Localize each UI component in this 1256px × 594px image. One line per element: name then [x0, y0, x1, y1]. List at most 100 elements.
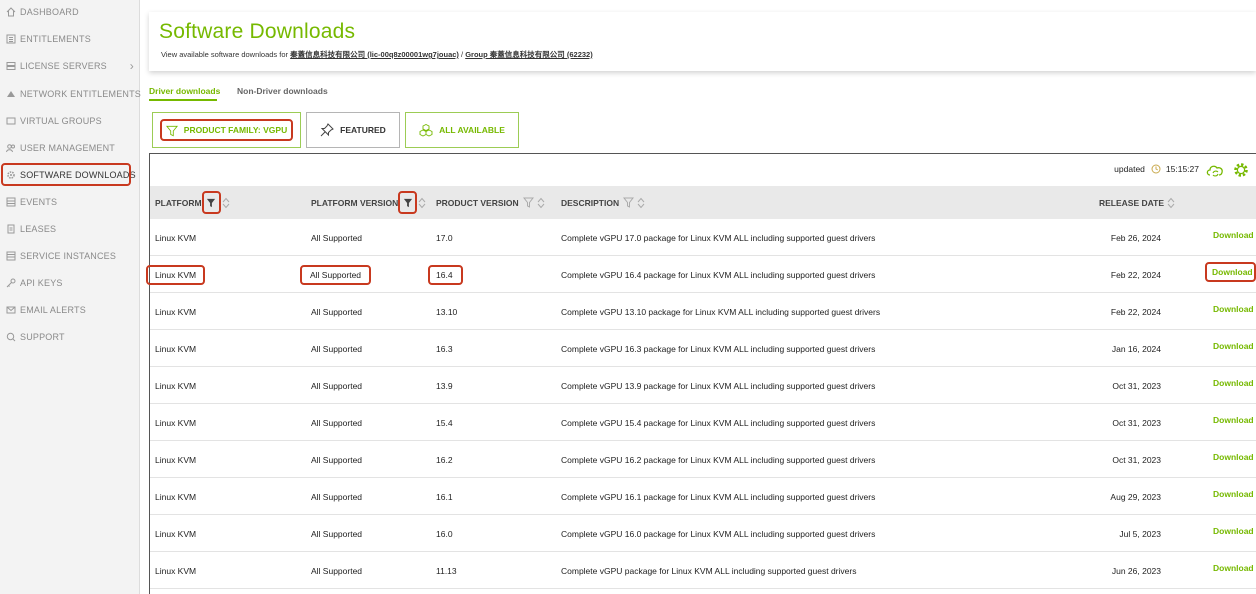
cell-platform: Linux KVM: [155, 417, 197, 428]
download-link[interactable]: Download: [1205, 262, 1256, 282]
column-header-platform[interactable]: PLATFORM: [155, 186, 230, 219]
sort-icon[interactable]: [418, 197, 426, 209]
column-header-product-version[interactable]: PRODUCT VERSION: [436, 186, 545, 219]
sidebar-item-license-servers[interactable]: LICENSE SERVERS ›: [0, 55, 140, 77]
cell-platform-version: All Supported: [311, 417, 363, 428]
download-link[interactable]: Download: [1213, 563, 1254, 573]
product-family-filter-button[interactable]: PRODUCT FAMILY: VGPU: [152, 112, 301, 148]
sidebar-item-network-entitlements[interactable]: NETWORK ENTITLEMENTS: [0, 83, 141, 105]
all-available-filter-button[interactable]: ALL AVAILABLE: [405, 112, 519, 148]
cell-release-date: Feb 26, 2024: [1110, 232, 1161, 243]
cell-release-date: Feb 22, 2024: [1110, 269, 1161, 280]
download-link[interactable]: Download: [1213, 526, 1254, 536]
cell-description: Complete vGPU 17.0 package for Linux KVM…: [561, 232, 876, 243]
table-row: Linux KVM All Supported 16.4 Complete vG…: [145, 256, 1256, 293]
cubes-icon: [419, 123, 433, 137]
column-header-platform-version[interactable]: PLATFORM VERSION: [311, 186, 426, 219]
download-link[interactable]: Download: [1213, 341, 1254, 351]
column-label: PLATFORM: [155, 197, 202, 208]
sort-icon[interactable]: [637, 197, 645, 209]
sidebar-item-entitlements[interactable]: ENTITLEMENTS: [0, 28, 140, 50]
sidebar-item-virtual-groups[interactable]: VIRTUAL GROUPS: [0, 110, 140, 132]
download-link[interactable]: Download: [1213, 378, 1254, 388]
platform-value: Linux KVM: [145, 264, 206, 285]
filter-active-icon[interactable]: [398, 191, 418, 214]
cell-description: Complete vGPU 13.9 package for Linux KVM…: [561, 380, 876, 391]
group-link[interactable]: Group 秦蓋信息科技有限公司 (62232): [465, 50, 593, 59]
table-toolbar: updated 15:15:27: [150, 154, 1256, 186]
sidebar-item-support[interactable]: SUPPORT: [0, 326, 140, 348]
sidebar-item-label: EMAIL ALERTS: [20, 305, 86, 315]
download-link[interactable]: Download: [1213, 452, 1254, 462]
download-link[interactable]: Download: [1213, 230, 1254, 240]
cell-platform: Linux KVM: [155, 454, 197, 465]
stack-icon: [6, 251, 16, 261]
sidebar-item-dashboard[interactable]: DASHBOARD: [0, 1, 140, 23]
tab-driver-downloads[interactable]: Driver downloads: [149, 86, 220, 96]
sidebar-item-api-keys[interactable]: API KEYS: [0, 272, 140, 294]
download-link[interactable]: Download: [1213, 304, 1254, 314]
column-label: DESCRIPTION: [561, 197, 620, 208]
sidebar-item-software-downloads[interactable]: SOFTWARE DOWNLOADS: [1, 163, 136, 186]
filter-active-icon[interactable]: [201, 191, 221, 214]
active-tab-indicator: [149, 99, 217, 101]
cell-release-date: Jul 5, 2023: [1119, 528, 1161, 539]
sidebar-item-label: API KEYS: [20, 278, 63, 288]
cell-description: Complete vGPU 15.4 package for Linux KVM…: [561, 417, 876, 428]
featured-label: FEATURED: [340, 125, 386, 135]
folder-icon: [6, 116, 16, 126]
cell-platform: Linux KVM: [155, 380, 197, 391]
table-row: Linux KVM All Supported 17.0 Complete vG…: [150, 219, 1256, 256]
cloud-refresh-icon[interactable]: [1205, 160, 1225, 180]
cell-product-version: 13.10: [436, 306, 458, 317]
cell-platform-version: All Supported: [311, 343, 363, 354]
sort-icon[interactable]: [222, 197, 230, 209]
breadcrumb-separator: /: [461, 50, 464, 59]
sidebar-item-label: LICENSE SERVERS: [20, 61, 107, 71]
cell-platform: Linux KVM: [155, 306, 197, 317]
gear-icon: [6, 170, 16, 180]
sidebar-item-user-management[interactable]: USER MANAGEMENT: [0, 137, 140, 159]
sidebar-item-label: VIRTUAL GROUPS: [20, 116, 102, 126]
sidebar-item-events[interactable]: EVENTS: [0, 191, 140, 213]
filter-icon[interactable]: [522, 197, 534, 208]
org-link[interactable]: 秦蓋信息科技有限公司 (lic-00q8z00001wg7jouac): [290, 50, 459, 59]
sidebar-item-label: LEASES: [20, 224, 57, 234]
cell-release-date: Oct 31, 2023: [1112, 454, 1161, 465]
tab-non-driver-downloads[interactable]: Non-Driver downloads: [237, 86, 328, 96]
chevron-right-icon[interactable]: ›: [130, 59, 134, 73]
sidebar-item-label: ENTITLEMENTS: [20, 34, 91, 44]
filter-icon[interactable]: [623, 197, 635, 208]
clock-icon: [1151, 164, 1161, 174]
featured-filter-button[interactable]: FEATURED: [306, 112, 400, 148]
support-icon: [6, 332, 16, 342]
sidebar-item-email-alerts[interactable]: EMAIL ALERTS: [0, 299, 140, 321]
table-row: Linux KVM All Supported 15.4 Complete vG…: [150, 404, 1256, 441]
cell-platform: Linux KVM: [155, 528, 197, 539]
cell-description: Complete vGPU 16.0 package for Linux KVM…: [561, 528, 876, 539]
home-icon: [6, 7, 16, 17]
users-icon: [6, 143, 16, 153]
cell-description: Complete vGPU 16.2 package for Linux KVM…: [561, 454, 876, 465]
envelope-icon: [6, 305, 16, 315]
column-header-release-date[interactable]: RELEASE DATE: [1099, 186, 1175, 219]
cell-platform-version: All Supported: [311, 306, 363, 317]
sidebar-item-label: EVENTS: [20, 197, 58, 207]
sort-icon[interactable]: [1167, 197, 1175, 209]
sidebar-item-leases[interactable]: LEASES: [0, 218, 140, 240]
table-header: PLATFORM PLATFORM VERSION PRODUCT VERSIO…: [150, 186, 1256, 219]
updated-time: 15:15:27: [1165, 164, 1199, 174]
settings-gear-icon[interactable]: [1231, 160, 1251, 180]
sort-icon[interactable]: [537, 197, 545, 209]
subtitle-prefix: View available software downloads for: [161, 50, 289, 59]
column-header-description[interactable]: DESCRIPTION: [561, 186, 645, 219]
download-link[interactable]: Download: [1213, 489, 1254, 499]
last-updated: updated 15:15:27: [1114, 164, 1199, 174]
cell-platform: Linux KVM: [155, 565, 197, 576]
sidebar-item-service-instances[interactable]: SERVICE INSTANCES: [0, 245, 140, 267]
cell-release-date: Oct 31, 2023: [1112, 417, 1161, 428]
sidebar: DASHBOARD ENTITLEMENTS LICENSE SERVERS ›…: [0, 0, 141, 594]
download-link[interactable]: Download: [1213, 415, 1254, 425]
page-header: Software Downloads View available softwa…: [149, 12, 1256, 71]
cell-platform-version: All Supported: [311, 454, 363, 465]
